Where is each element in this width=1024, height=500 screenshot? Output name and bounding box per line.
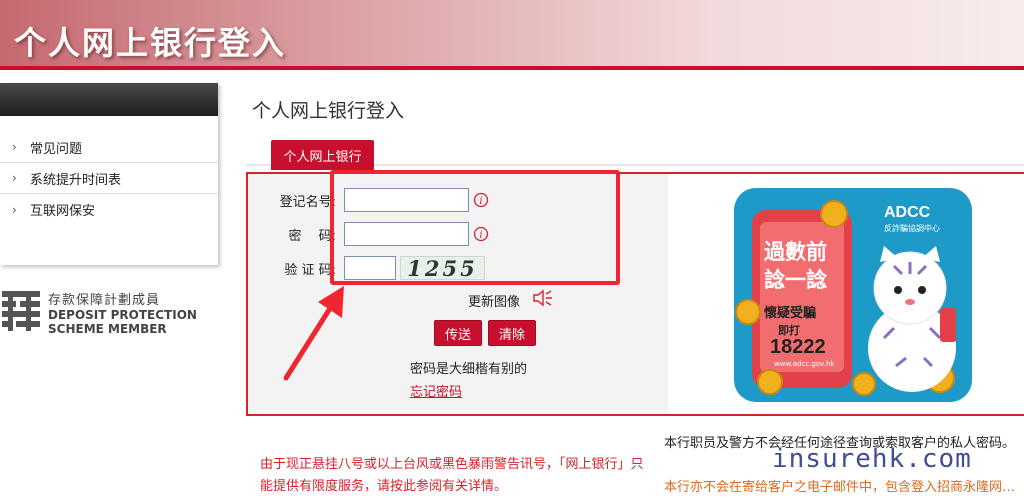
speaker-icon[interactable]	[532, 288, 554, 308]
ad-hotline: 18222	[770, 336, 826, 358]
sidebar-item-label: 互联网保安	[30, 204, 96, 219]
svg-text:i: i	[479, 230, 482, 241]
watermark: insurehk.com	[772, 444, 972, 474]
banner-divider	[0, 66, 1024, 70]
captcha-row: 验 证 码: 1255	[270, 256, 485, 281]
dps-english-2: SCHEME MEMBER	[48, 322, 167, 336]
captcha-input[interactable]	[344, 256, 396, 280]
username-row: 登记名号: i	[270, 188, 489, 212]
annotation-arrow-icon	[283, 286, 344, 381]
chevron-right-icon: ›	[12, 171, 17, 185]
ad-site: www.adcc.gov.hk	[774, 360, 835, 368]
password-case-note: 密码是大细楷有别的	[410, 362, 528, 377]
forgot-password-link[interactable]: 忘记密码	[410, 381, 462, 400]
ad-area: ADCC 反詐騙協調中心 過數前 諗一諗 懷疑受騙 即打 18222 www.a…	[670, 174, 1024, 414]
info-icon[interactable]: i	[473, 226, 489, 242]
anti-fraud-ad[interactable]: ADCC 反詐騙協調中心 過數前 諗一諗 懷疑受騙 即打 18222 www.a…	[734, 188, 972, 402]
sidebar-list: › 常见问题 › 系统提升时间表 › 互联网保安	[0, 132, 218, 225]
login-panel: 登记名号: i 密 码: i 验 证 码: 1255 更新图像 传送 清除 密码…	[246, 172, 1024, 416]
username-input[interactable]	[344, 188, 469, 212]
dps-text: 存款保障計劃成員 DEPOSIT PROTECTION SCHEME MEMBE…	[48, 289, 197, 336]
ad-line3: 懷疑受騙	[764, 306, 817, 321]
page-title: 个人网上银行登入	[252, 100, 405, 122]
sidebar-header	[0, 83, 218, 116]
deposit-protection-badge: 存款保障計劃成員 DEPOSIT PROTECTION SCHEME MEMBE…	[0, 285, 220, 337]
password-label: 密 码:	[288, 228, 336, 244]
password-input[interactable]	[344, 222, 469, 246]
clear-button[interactable]: 清除	[488, 320, 537, 346]
sidebar-item-label: 常见问题	[30, 141, 83, 157]
sidebar-item-label: 系统提升时间表	[30, 172, 122, 188]
dps-chinese: 存款保障計劃成員	[48, 293, 161, 308]
ad-org-sub: 反詐騙協調中心	[884, 224, 940, 233]
captcha-image: 1255	[400, 256, 485, 281]
ad-line1: 過數前	[764, 240, 827, 264]
ad-org: ADCC	[884, 204, 931, 221]
username-label: 登记名号:	[279, 194, 336, 210]
chevron-right-icon: ›	[12, 140, 17, 154]
dps-logo-icon	[2, 291, 40, 331]
dps-english-1: DEPOSIT PROTECTION	[48, 308, 197, 322]
captcha-label: 验 证 码:	[284, 262, 336, 278]
banner-title: 个人网上银行登入	[14, 24, 287, 62]
password-row: 密 码: i	[270, 222, 489, 246]
ad-line2: 諗一諗	[764, 268, 827, 292]
email-notice: 本行亦不会在寄给客户之电子邮件中，包含登入招商永隆网…	[664, 480, 1016, 495]
sidebar: › 常见问题 › 系统提升时间表 › 互联网保安	[0, 83, 218, 265]
header-banner: 个人网上银行登入	[0, 0, 1024, 66]
anti-fraud-illustration	[735, 200, 956, 396]
sidebar-item-faq[interactable]: › 常见问题	[0, 132, 218, 163]
typhoon-notice: 由于现正悬挂八号或以上台风或黑色暴雨警告讯号，「网上银行」只能提供有限度服务，请…	[260, 457, 644, 494]
sidebar-item-maintenance[interactable]: › 系统提升时间表	[0, 163, 218, 194]
submit-button[interactable]: 传送	[434, 320, 483, 346]
info-icon[interactable]: i	[473, 192, 489, 208]
tab-personal-banking[interactable]: 个人网上银行	[271, 140, 374, 170]
chevron-right-icon: ›	[12, 202, 17, 217]
svg-text:i: i	[479, 196, 482, 207]
refresh-captcha-link[interactable]: 更新图像	[468, 291, 520, 310]
sidebar-item-security[interactable]: › 互联网保安	[0, 194, 218, 225]
